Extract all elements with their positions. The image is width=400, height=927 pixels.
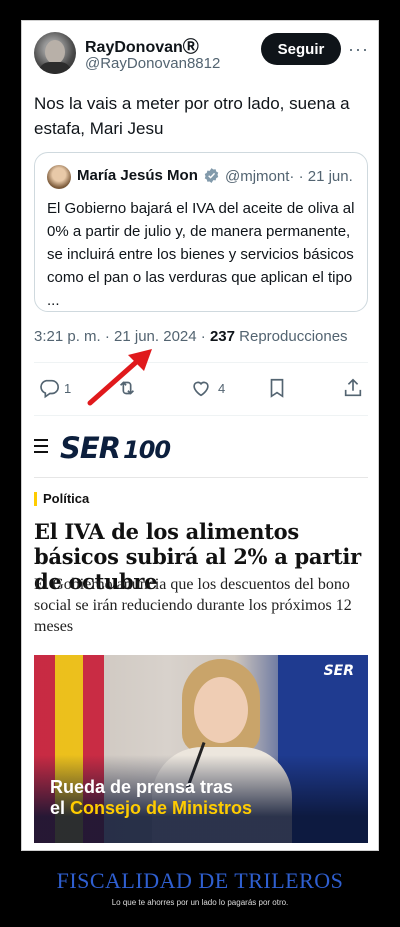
- quoted-author-name: María Jesús Mon: [77, 167, 198, 184]
- bookmark-button[interactable]: [266, 377, 288, 399]
- follow-button[interactable]: Seguir: [261, 33, 341, 65]
- screenshot-frame: RayDonovanⓇ @RayDonovan8812 Seguir ··· N…: [21, 20, 379, 851]
- share-button[interactable]: [342, 377, 364, 399]
- like-button[interactable]: 4: [190, 377, 225, 399]
- divider-bottom: [34, 415, 368, 416]
- news-image[interactable]: SER Rueda de prensa tras el Consejo de M…: [34, 655, 368, 843]
- divider-top: [34, 362, 368, 363]
- meme-title: FISCALIDAD DE TRILEROS: [56, 868, 344, 893]
- heart-icon: [193, 381, 209, 397]
- verified-badge-icon: [204, 168, 219, 183]
- more-options-icon[interactable]: ···: [348, 39, 369, 60]
- quoted-tweet-text: El Gobierno bajará el IVA del aceite de …: [47, 200, 355, 309]
- image-ser-logo: SER: [323, 663, 354, 679]
- views-count: 237: [209, 328, 235, 345]
- ser-brand-number: 100: [123, 436, 171, 464]
- quoted-author-handle: @mjmont· · 21 jun.: [225, 168, 353, 185]
- menu-icon[interactable]: [34, 439, 48, 457]
- tweet-meta: 3:21 p. m. · 21 jun. 2024 · 237 Reproduc…: [34, 328, 348, 345]
- image-caption-highlight: Consejo de Ministros: [70, 798, 253, 818]
- news-divider: [34, 477, 368, 478]
- reply-count: 1: [64, 380, 72, 396]
- ser-brand: SER: [60, 431, 121, 465]
- bookmark-icon: [270, 378, 284, 398]
- tweet-text: Nos la vais a meter por otro lado, suena…: [34, 94, 350, 138]
- reply-icon: [40, 379, 59, 399]
- news-subhead: El Gobierno anuncia que los descuentos d…: [34, 576, 352, 635]
- meme-subtitle: Lo que te ahorres por un lado lo pagarás…: [111, 898, 289, 907]
- reply-button[interactable]: 1: [38, 377, 71, 399]
- author-handle[interactable]: @RayDonovan8812: [85, 55, 220, 72]
- ser-logo[interactable]: SER 100: [60, 431, 171, 465]
- like-count: 4: [218, 380, 226, 396]
- share-icon: [344, 378, 362, 397]
- image-caption-prefix: el: [50, 798, 66, 818]
- author-name[interactable]: RayDonovanⓇ: [85, 33, 199, 57]
- quoted-tweet[interactable]: María Jesús Mon @mjmont· · 21 jun. El Go…: [34, 152, 368, 312]
- red-arrow-annotation: [87, 349, 152, 406]
- views-label: Reproducciones: [239, 328, 348, 345]
- tweet-timestamp[interactable]: 3:21 p. m. · 21 jun. 2024 ·: [34, 328, 206, 345]
- image-caption-line1: Rueda de prensa tras: [50, 777, 234, 797]
- quoted-author-avatar: [47, 165, 71, 189]
- image-caption-line2: el Consejo de Ministros: [50, 798, 252, 819]
- section-tag[interactable]: Política: [34, 492, 89, 506]
- author-avatar[interactable]: [34, 32, 76, 74]
